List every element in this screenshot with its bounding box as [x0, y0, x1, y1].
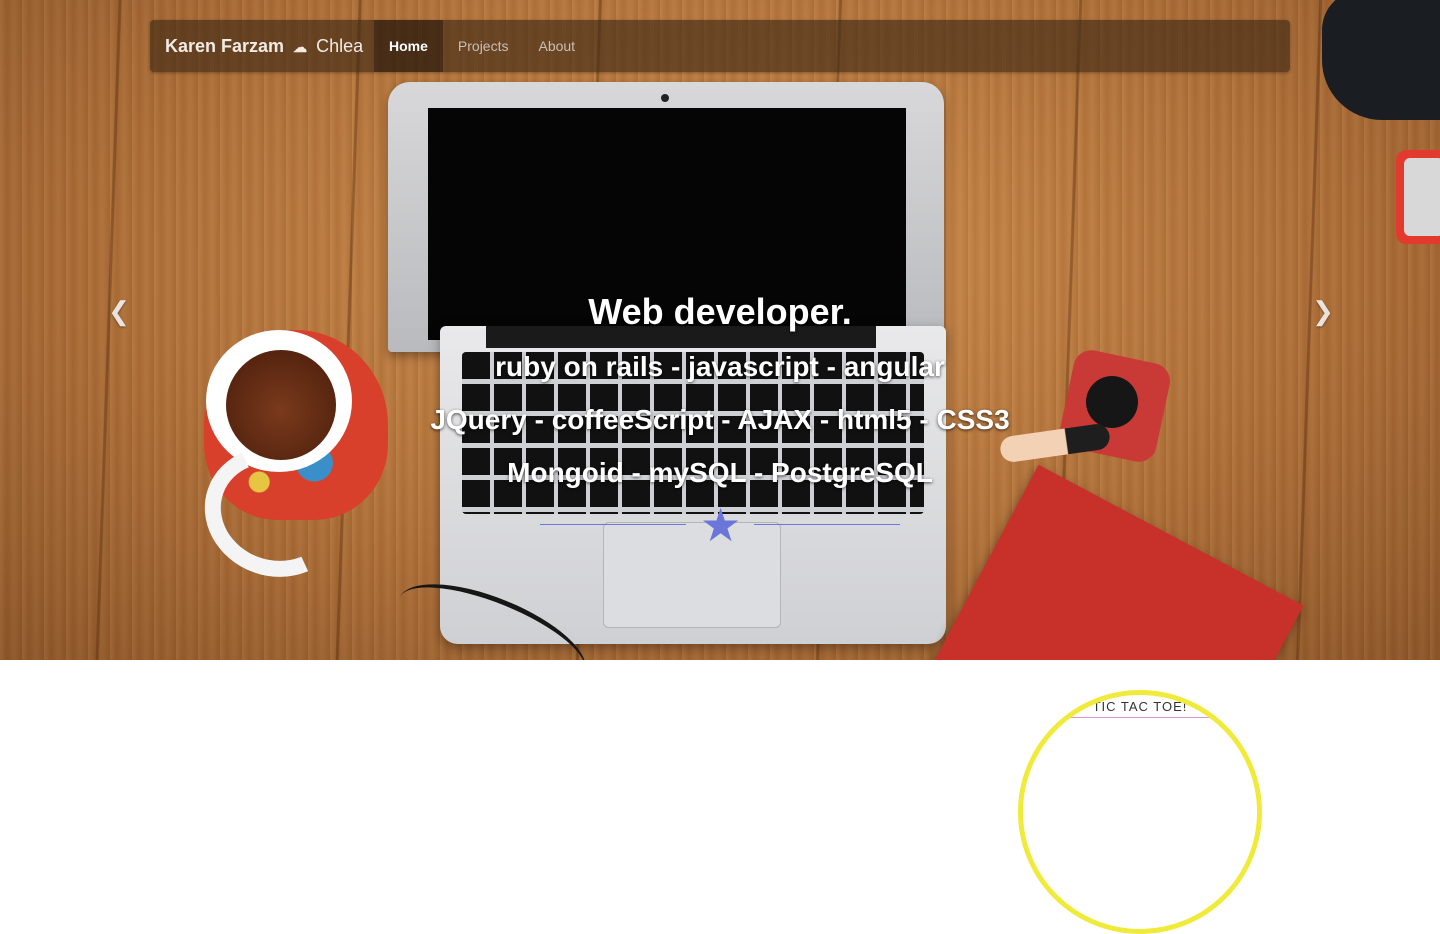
star-icon: ★: [700, 499, 742, 551]
carousel-next-button[interactable]: ❯: [1308, 296, 1338, 326]
star-divider: ★: [540, 499, 900, 551]
nav-menu: Home Projects About: [374, 20, 590, 72]
project-title-rule: [1057, 717, 1223, 718]
chevron-left-icon: ❮: [108, 296, 130, 326]
project-title: TIC TAC TOE!: [1092, 699, 1188, 714]
chevron-right-icon: ❯: [1312, 296, 1334, 326]
skills-line: ruby on rails - javascript - angular: [495, 351, 945, 382]
hero-carousel: Karen Farzam ☁ Chlea Home Projects About…: [0, 0, 1440, 660]
nav-item-label: Projects: [457, 38, 509, 54]
nav-item-home[interactable]: Home: [374, 20, 443, 72]
laptop-camera-image: [661, 94, 669, 102]
brand-suffix: Chlea: [316, 36, 364, 56]
project-card-tictactoe[interactable]: TIC TAC TOE!: [1018, 690, 1262, 934]
skills-line: JQuery - coffeeScript - AJAX - html5 - C…: [430, 404, 1010, 435]
hero-heading: Web developer.: [588, 291, 852, 332]
divider-line-right: [754, 524, 900, 525]
cloud-icon: ☁: [293, 39, 308, 55]
skills-line: Mongoid - mySQL - PostgreSQL: [507, 457, 933, 488]
navbar: Karen Farzam ☁ Chlea Home Projects About: [150, 20, 1290, 72]
nav-item-label: About: [538, 38, 576, 54]
carousel-prev-button[interactable]: ❮: [104, 296, 134, 326]
nav-item-about[interactable]: About: [523, 20, 590, 72]
skills-list: ruby on rails - javascript - angular JQu…: [320, 340, 1120, 499]
brand-name: Karen Farzam: [165, 36, 285, 56]
carousel-caption: Web developer. ruby on rails - javascrip…: [320, 288, 1120, 499]
brand-link[interactable]: Karen Farzam ☁ Chlea: [165, 20, 363, 72]
divider-line-left: [540, 524, 686, 525]
nav-item-label: Home: [389, 38, 428, 54]
phone-screen-image: [1404, 158, 1440, 236]
background-object: [1322, 0, 1440, 120]
nav-item-projects[interactable]: Projects: [443, 20, 524, 72]
